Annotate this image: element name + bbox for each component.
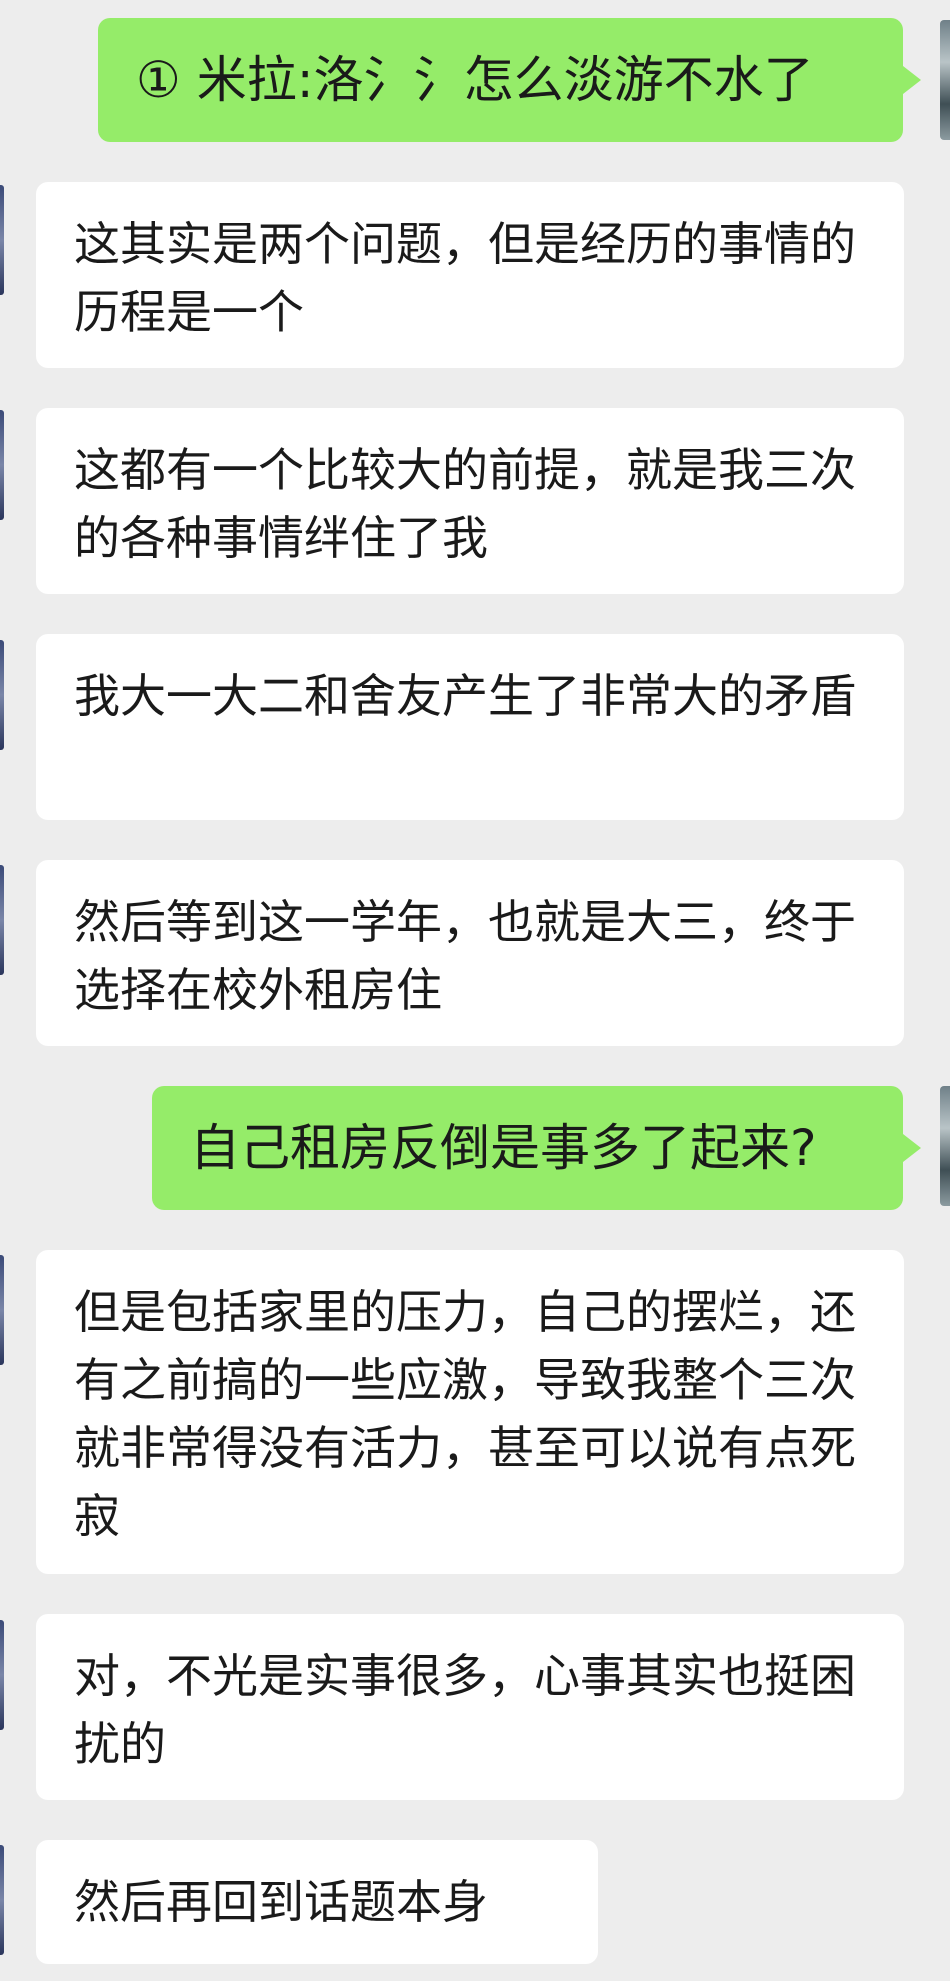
message-bubble-received[interactable]: 然后等到这一学年，也就是大三，终于选择在校外租房住 [36, 860, 904, 1046]
message-bubble-received[interactable]: 我大一大二和舍友产生了非常大的矛盾 [36, 634, 904, 820]
message-text: 我大一大二和舍友产生了非常大的矛盾 [74, 669, 856, 723]
avatar[interactable] [0, 410, 4, 520]
message-bubble-sent[interactable]: 自己租房反倒是事多了起来? [152, 1086, 921, 1210]
avatar[interactable] [940, 1086, 950, 1206]
avatar[interactable] [0, 1845, 4, 1955]
message-bubble-received[interactable]: 然后再回到话题本身 [36, 1840, 598, 1964]
message-bubble-received[interactable]: 这其实是两个问题，但是经历的事情的历程是一个 [36, 182, 904, 368]
message-text: 但是包括家里的压力，自己的摆烂，还有之前搞的一些应激，导致我整个三次就非常得没有… [74, 1285, 856, 1543]
message-text: 然后再回到话题本身 [74, 1875, 488, 1929]
message-text: 然后等到这一学年，也就是大三，终于选择在校外租房住 [74, 895, 856, 1017]
avatar[interactable] [0, 1620, 4, 1730]
message-text: 对，不光是实事很多，心事其实也挺困扰的 [74, 1649, 856, 1771]
message-text: 自己租房反倒是事多了起来? [190, 1119, 817, 1177]
avatar[interactable] [0, 185, 4, 295]
message-text: ① 米拉:洛氵氵怎么淡游不水了 [136, 51, 814, 109]
avatar[interactable] [0, 640, 4, 750]
message-bubble-sent[interactable]: ① 米拉:洛氵氵怎么淡游不水了 [98, 18, 921, 142]
avatar[interactable] [0, 1255, 4, 1365]
avatar[interactable] [940, 20, 950, 140]
message-bubble-received[interactable]: 对，不光是实事很多，心事其实也挺困扰的 [36, 1614, 904, 1800]
message-text: 这都有一个比较大的前提，就是我三次的各种事情绊住了我 [74, 443, 856, 565]
message-bubble-received[interactable]: 但是包括家里的压力，自己的摆烂，还有之前搞的一些应激，导致我整个三次就非常得没有… [36, 1250, 904, 1574]
avatar[interactable] [0, 865, 4, 975]
message-bubble-received[interactable]: 这都有一个比较大的前提，就是我三次的各种事情绊住了我 [36, 408, 904, 594]
message-text: 这其实是两个问题，但是经历的事情的历程是一个 [74, 217, 856, 339]
